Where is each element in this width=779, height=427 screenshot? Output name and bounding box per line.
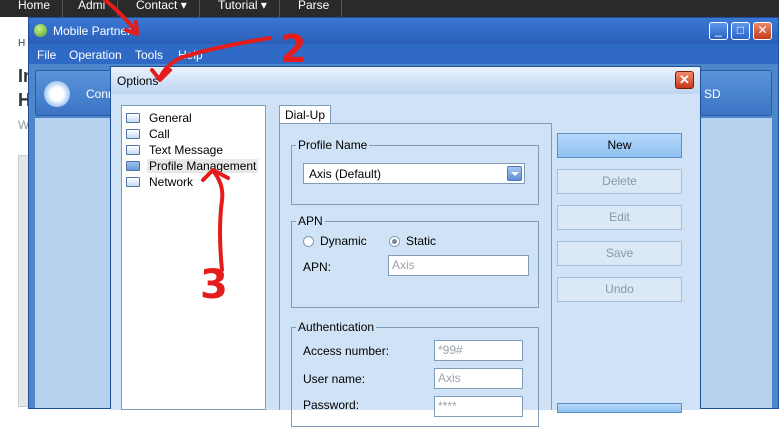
web-breadcrumb[interactable]: H [18, 38, 25, 49]
nav-tutorial[interactable]: Tutorial ▾ [206, 0, 280, 17]
connect-icon[interactable] [44, 81, 70, 107]
username-label: User name: [303, 372, 366, 386]
apn-static-radio[interactable]: Static [389, 234, 436, 248]
tree-item-call[interactable]: Call [126, 126, 172, 142]
apn-dynamic-label: Dynamic [320, 234, 367, 248]
mobile-partner-logo-icon [34, 24, 47, 37]
options-title: Options [117, 74, 159, 88]
website-navbar: Home Admi Contact ▾ Tutorial ▾ Parse [0, 0, 779, 17]
tree-item-label: General [149, 111, 192, 125]
nav-parse[interactable]: Parse [286, 0, 343, 17]
password-label: Password: [303, 398, 360, 412]
radio-unchecked-icon [303, 235, 314, 247]
tree-item-profile-management[interactable]: Profile Management [126, 158, 259, 174]
tree-item-text-message[interactable]: Text Message [126, 142, 225, 158]
profile-name-dropdown[interactable]: Axis (Default) [303, 163, 525, 184]
options-dialog: Options ✕ General Call Text Message Prof… [110, 66, 701, 427]
extra-button-partial[interactable] [557, 403, 682, 413]
undo-button[interactable]: Undo [557, 277, 682, 302]
minimize-icon[interactable]: _ [709, 22, 728, 40]
username-input[interactable]: Axis [434, 368, 523, 389]
menu-help[interactable]: Help [178, 48, 203, 62]
options-titlebar[interactable]: Options ✕ [111, 67, 700, 95]
folder-icon [126, 177, 140, 187]
menu-file[interactable]: File [37, 48, 56, 62]
profile-name-selected: Axis (Default) [309, 167, 382, 181]
access-number-input[interactable]: *99# [434, 340, 523, 361]
maximize-icon[interactable]: □ [731, 22, 750, 40]
save-button[interactable]: Save [557, 241, 682, 266]
open-folder-icon [126, 161, 140, 171]
menu-operation[interactable]: Operation [69, 48, 122, 62]
password-input[interactable]: **** [434, 396, 523, 417]
close-icon[interactable]: ✕ [675, 71, 694, 89]
tab-dial-up[interactable]: Dial-Up [279, 105, 332, 123]
apn-input[interactable]: Axis [388, 255, 529, 276]
options-category-tree: General Call Text Message Profile Manage… [121, 105, 266, 410]
tree-item-label: Call [149, 127, 170, 141]
apn-dynamic-radio[interactable]: Dynamic [303, 234, 367, 248]
menu-tools[interactable]: Tools [135, 48, 163, 62]
mobile-partner-menubar: File Operation Tools Help [29, 44, 778, 64]
tree-item-general[interactable]: General [126, 110, 194, 126]
ussd-label[interactable]: SD [704, 87, 721, 101]
tree-item-label: Text Message [149, 143, 224, 157]
access-number-label: Access number: [303, 344, 390, 358]
folder-icon [126, 145, 140, 155]
radio-checked-icon [389, 235, 400, 247]
chevron-down-icon[interactable] [507, 166, 522, 181]
mobile-partner-titlebar[interactable]: Mobile Partner _ □ ✕ [29, 18, 778, 44]
authentication-group: Authentication Access number: *99# User … [291, 320, 539, 427]
nav-admin[interactable]: Admi [66, 0, 119, 17]
tree-item-network[interactable]: Network [126, 174, 195, 190]
edit-button[interactable]: Edit [557, 205, 682, 230]
close-window-icon[interactable]: ✕ [753, 22, 772, 40]
apn-field-label: APN: [303, 260, 332, 274]
nav-contact[interactable]: Contact ▾ [124, 0, 200, 17]
folder-icon [126, 129, 140, 139]
tree-item-label: Profile Management [147, 159, 259, 173]
profile-name-group: Profile Name Axis (Default) [291, 138, 539, 205]
tree-item-label: Network [149, 175, 194, 189]
nav-home[interactable]: Home [6, 0, 64, 17]
folder-icon [126, 113, 140, 123]
profile-name-group-title: Profile Name [296, 138, 370, 152]
apn-group: APN Dynamic Static APN: Axis [291, 214, 539, 308]
new-button[interactable]: New [557, 133, 682, 158]
mobile-partner-title: Mobile Partner [53, 24, 132, 38]
dial-up-panel: Profile Name Axis (Default) APN Dynamic … [279, 123, 552, 427]
authentication-group-title: Authentication [296, 320, 377, 334]
options-body: General Call Text Message Profile Manage… [111, 94, 700, 427]
apn-group-title: APN [296, 214, 325, 228]
delete-button[interactable]: Delete [557, 169, 682, 194]
apn-static-label: Static [406, 234, 437, 248]
